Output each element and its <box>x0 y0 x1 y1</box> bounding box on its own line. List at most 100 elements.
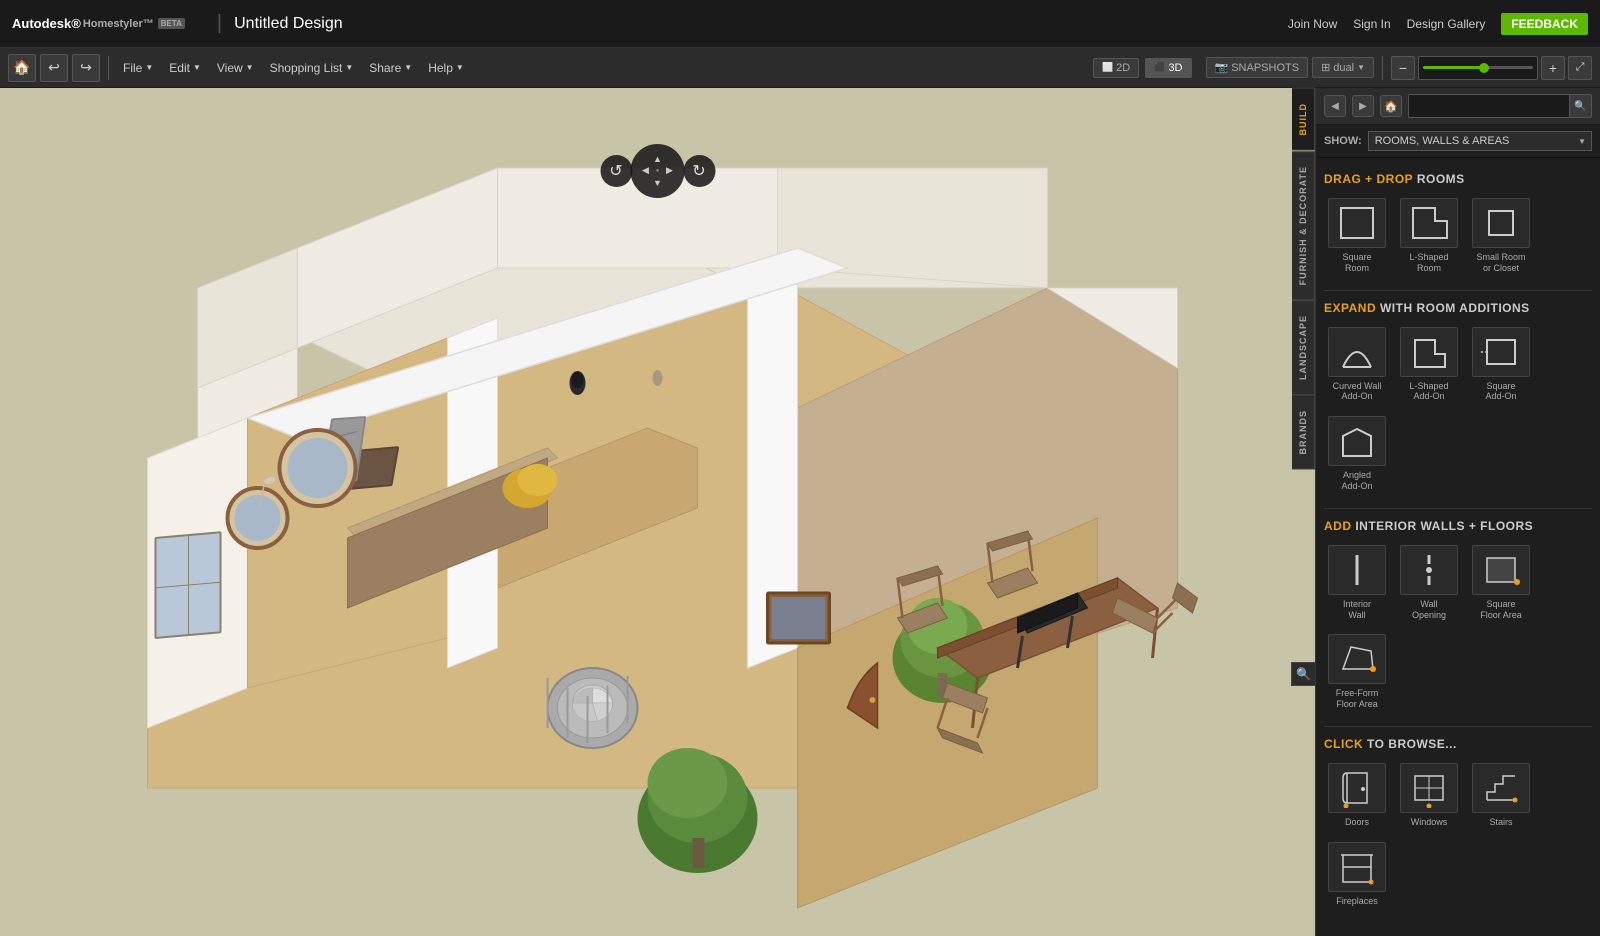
nav-center-btn[interactable]: ▲ ◀ ● ▶ ▼ <box>631 144 685 198</box>
tab-furnish[interactable]: FURNISH & DECORATE <box>1292 151 1315 300</box>
square-floor-label: SquareFloor Area <box>1480 599 1522 621</box>
view-2d-btn[interactable]: ⬜ 2D <box>1093 58 1139 78</box>
sign-in-link[interactable]: Sign In <box>1353 17 1390 31</box>
tab-brands[interactable]: BRANDS <box>1292 395 1315 470</box>
additions-grid: Curved WallAdd-On L-ShapedAdd-On <box>1324 323 1592 496</box>
zoom-slider[interactable] <box>1418 56 1538 80</box>
rotate-right-btn[interactable]: ↻ <box>683 155 715 187</box>
canvas-area[interactable]: ↺ ↻ ▲ ◀ ● ▶ ▼ <box>0 88 1315 936</box>
panel-home-btn[interactable]: 🏠 <box>1380 95 1402 117</box>
feedback-button[interactable]: FEEDBACK <box>1501 13 1588 35</box>
panel-search-input[interactable] <box>1409 97 1569 115</box>
doors-card[interactable]: Doors <box>1324 759 1390 832</box>
square-room-icon <box>1335 203 1379 243</box>
curved-wall-label: Curved WallAdd-On <box>1333 381 1382 403</box>
zoom-out-btn[interactable]: − <box>1391 56 1415 80</box>
share-menu-btn[interactable]: Share ▼ <box>363 57 418 79</box>
right-panel: ◀ ▶ 🏠 🔍 SHOW: ROOMS, WALLS & AREAS ALL F… <box>1315 88 1600 936</box>
show-select[interactable]: ROOMS, WALLS & AREAS ALL FLOORS ONLY <box>1368 131 1592 151</box>
nav-arrow-n[interactable]: ▲ <box>652 153 664 165</box>
freeform-floor-icon <box>1335 639 1379 679</box>
small-room-icon <box>1479 203 1523 243</box>
curved-wall-icon <box>1335 332 1379 372</box>
freeform-floor-card[interactable]: Free-FormFloor Area <box>1324 630 1390 714</box>
panel-header: ◀ ▶ 🏠 🔍 <box>1316 88 1600 125</box>
zoom-track <box>1423 66 1533 69</box>
square-addon-label: SquareAdd-On <box>1485 381 1516 403</box>
undo-btn[interactable]: ↩ <box>40 54 68 82</box>
beta-badge: BETA <box>158 18 185 29</box>
brand-name: Autodesk® <box>12 16 81 31</box>
zoom-thumb[interactable] <box>1479 63 1489 73</box>
interior-wall-card[interactable]: InteriorWall <box>1324 541 1390 625</box>
l-shaped-room-icon-box <box>1400 198 1458 248</box>
top-bar: Autodesk® Homestyler™ BETA | Untitled De… <box>0 0 1600 48</box>
show-row: SHOW: ROOMS, WALLS & AREAS ALL FLOORS ON… <box>1316 125 1600 158</box>
help-menu-btn[interactable]: Help ▼ <box>422 57 470 79</box>
stairs-card[interactable]: Stairs <box>1468 759 1534 832</box>
shopping-list-menu-btn[interactable]: Shopping List ▼ <box>264 57 360 79</box>
nav-arrow-e[interactable]: ▶ <box>664 165 676 177</box>
view-menu-btn[interactable]: View ▼ <box>211 57 260 79</box>
interior-wall-label: InteriorWall <box>1343 599 1371 621</box>
rotate-left-btn[interactable]: ↺ <box>600 155 632 187</box>
panel-forward-btn[interactable]: ▶ <box>1352 95 1374 117</box>
freeform-floor-label: Free-FormFloor Area <box>1336 688 1379 710</box>
square-floor-card[interactable]: SquareFloor Area <box>1468 541 1534 625</box>
windows-card[interactable]: Windows <box>1396 759 1462 832</box>
wall-opening-card[interactable]: WallOpening <box>1396 541 1462 625</box>
tab-build[interactable]: BUILD <box>1292 88 1315 151</box>
nav-arrow-w[interactable]: ◀ <box>640 165 652 177</box>
design-title[interactable]: Untitled Design <box>234 15 343 33</box>
dual-icon: ⊞ <box>1321 61 1330 74</box>
panel-search-submit[interactable]: 🔍 <box>1569 95 1591 117</box>
small-room-card[interactable]: Small Roomor Closet <box>1468 194 1534 278</box>
interior-wall-icon-box <box>1328 545 1386 595</box>
square-addon-card[interactable]: SquareAdd-On <box>1468 323 1534 407</box>
divider-1 <box>1324 290 1592 291</box>
l-shaped-addon-label: L-ShapedAdd-On <box>1409 381 1448 403</box>
l-shaped-room-card[interactable]: L-ShapedRoom <box>1396 194 1462 278</box>
main-area: ↺ ↻ ▲ ◀ ● ▶ ▼ <box>0 88 1600 936</box>
tab-landscape[interactable]: LANDSCAPE <box>1292 300 1315 395</box>
small-room-icon-box <box>1472 198 1530 248</box>
nav-arrow-ne <box>664 153 676 165</box>
section-drag-drop-rooms-header: DRAG + DROP ROOMS <box>1324 172 1592 186</box>
join-now-link[interactable]: Join Now <box>1288 17 1337 31</box>
square-room-label: SquareRoom <box>1342 252 1371 274</box>
nav-arrow-s[interactable]: ▼ <box>652 177 664 189</box>
nav-center-dot: ● <box>652 165 664 177</box>
angled-addon-label: AngledAdd-On <box>1341 470 1372 492</box>
view-3d-btn[interactable]: ⬛ 3D <box>1145 58 1191 78</box>
dual-view-btn[interactable]: ⊞ dual ▼ <box>1312 57 1374 78</box>
panel-search-icon[interactable]: 🔍 <box>1291 662 1315 686</box>
home-icon-btn[interactable]: 🏠 <box>8 54 36 82</box>
view-menu-arrow: ▼ <box>246 63 254 72</box>
fullscreen-btn[interactable]: ⤢ <box>1568 56 1592 80</box>
l-shaped-addon-card[interactable]: L-ShapedAdd-On <box>1396 323 1462 407</box>
section-interior-header: ADD INTERIOR WALLS + FLOORS <box>1324 519 1592 533</box>
app-logo: Autodesk® Homestyler™ BETA <box>12 16 185 31</box>
design-gallery-link[interactable]: Design Gallery <box>1407 17 1486 31</box>
edit-menu-btn[interactable]: Edit ▼ <box>163 57 207 79</box>
windows-label: Windows <box>1411 817 1448 828</box>
nav-arrow-nw <box>640 153 652 165</box>
file-menu-btn[interactable]: File ▼ <box>117 57 159 79</box>
square-room-card[interactable]: SquareRoom <box>1324 194 1390 278</box>
panel-back-btn[interactable]: ◀ <box>1324 95 1346 117</box>
stairs-label: Stairs <box>1489 817 1512 828</box>
curved-wall-card[interactable]: Curved WallAdd-On <box>1324 323 1390 407</box>
redo-btn[interactable]: ↪ <box>72 54 100 82</box>
show-select-wrapper: ROOMS, WALLS & AREAS ALL FLOORS ONLY <box>1368 131 1592 151</box>
view-toggle-group: ⬜ 2D ⬛ 3D <box>1093 58 1192 78</box>
zoom-in-btn[interactable]: + <box>1541 56 1565 80</box>
doors-icon <box>1335 768 1379 808</box>
square-addon-icon <box>1479 332 1523 372</box>
dual-arrow: ▼ <box>1357 63 1365 72</box>
snapshots-btn[interactable]: 📷 SNAPSHOTS <box>1206 57 1309 78</box>
fireplaces-label: Fireplaces <box>1336 896 1378 907</box>
shopping-menu-arrow: ▼ <box>345 63 353 72</box>
browse-grid: Doors Windows <box>1324 759 1592 911</box>
fireplaces-card[interactable]: Fireplaces <box>1324 838 1390 911</box>
angled-addon-card[interactable]: AngledAdd-On <box>1324 412 1390 496</box>
